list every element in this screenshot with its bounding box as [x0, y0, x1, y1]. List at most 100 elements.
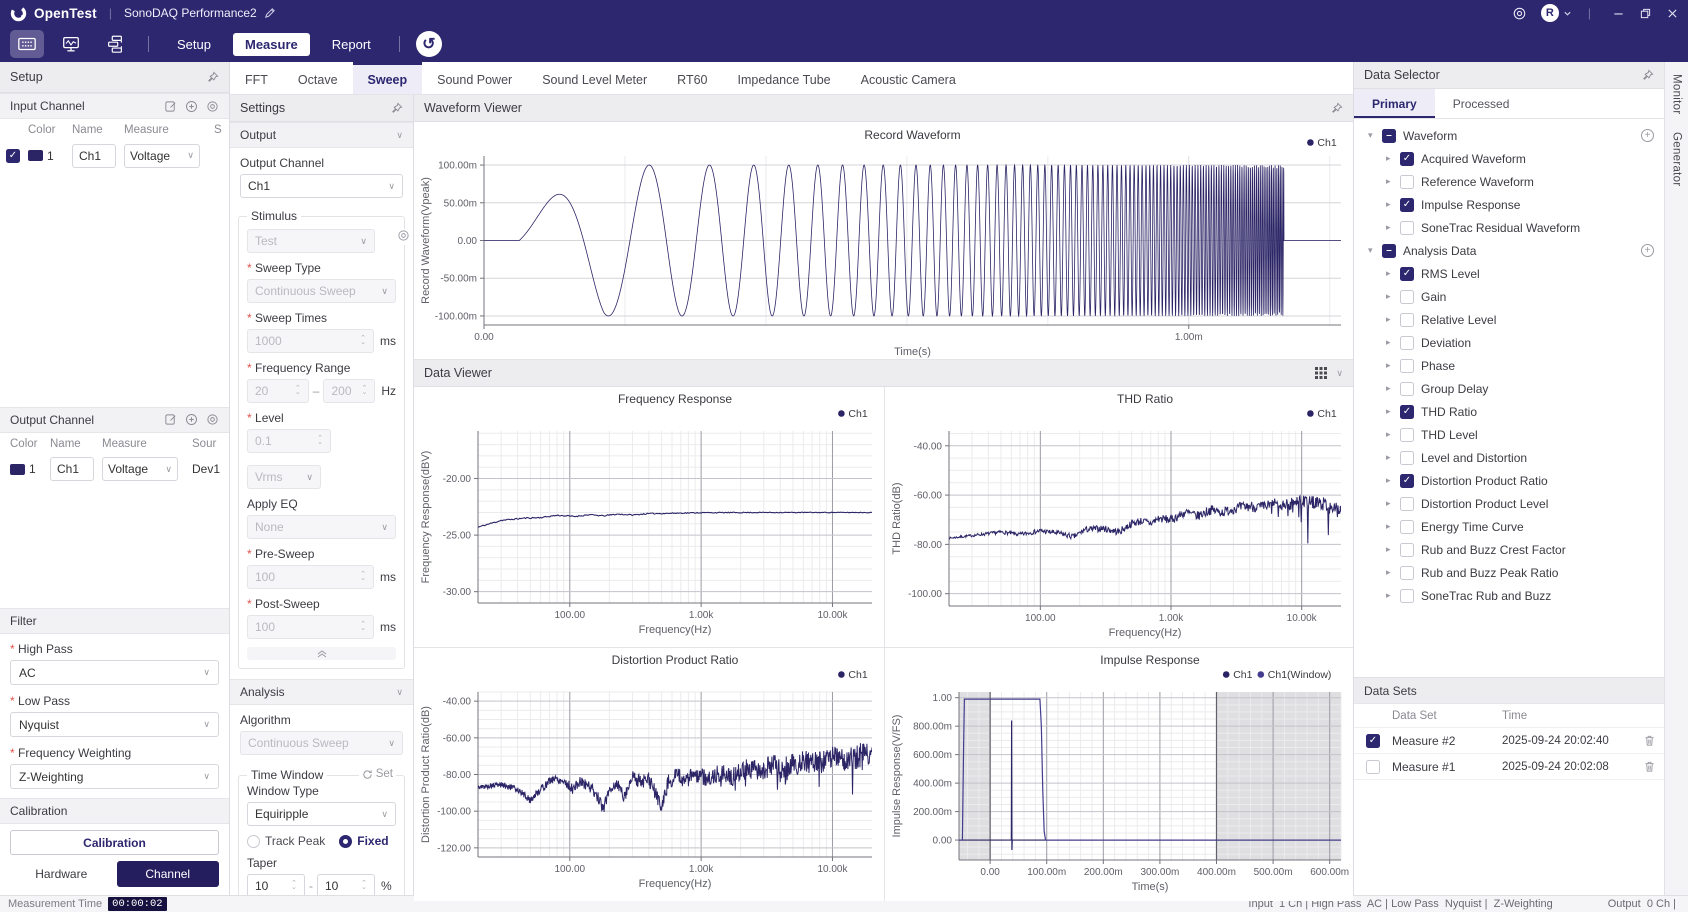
tree-checkbox[interactable]: [1400, 313, 1414, 327]
expander-icon[interactable]: ▸: [1386, 383, 1400, 394]
level-unit-select[interactable]: Vrms∨: [247, 465, 321, 489]
tree-item-analysis-data[interactable]: ▾–Analysis Data+: [1354, 239, 1664, 262]
dataset-row-measure-2[interactable]: ✓Measure #22025-09-24 20:02:40: [1354, 728, 1664, 754]
nav-measure[interactable]: Measure: [233, 33, 310, 56]
analysis-section-header[interactable]: Analysis ∨: [230, 679, 413, 705]
expander-icon[interactable]: ▸: [1386, 429, 1400, 440]
calibration-button[interactable]: Calibration: [10, 830, 219, 855]
tree-item-deviation[interactable]: ▸Deviation: [1354, 331, 1664, 354]
tree-checkbox[interactable]: [1400, 382, 1414, 396]
expander-icon[interactable]: ▸: [1386, 521, 1400, 532]
tab-sweep[interactable]: Sweep: [353, 62, 423, 94]
generator-vertical-tab[interactable]: Generator: [1671, 132, 1683, 186]
undo-button[interactable]: ↺: [416, 31, 442, 57]
expander-icon[interactable]: ▸: [1386, 360, 1400, 371]
monitor-waveform-icon-button[interactable]: [54, 30, 88, 58]
tree-item-sonetrac-rub-and-buzz[interactable]: ▸SoneTrac Rub and Buzz: [1354, 584, 1664, 607]
tree-checkbox[interactable]: ✓: [1400, 152, 1414, 166]
pin-icon[interactable]: [1330, 102, 1343, 115]
add-derived-data-icon[interactable]: +: [1641, 244, 1654, 257]
hardware-tab[interactable]: Hardware: [10, 861, 113, 887]
tree-item-thd-level[interactable]: ▸THD Level: [1354, 423, 1664, 446]
minimize-icon[interactable]: [1613, 8, 1624, 19]
tree-item-acquired-waveform[interactable]: ▸✓Acquired Waveform: [1354, 147, 1664, 170]
expander-icon[interactable]: ▸: [1386, 314, 1400, 325]
sweep-type-select[interactable]: Continuous Sweep∨: [247, 279, 396, 303]
output-section-header[interactable]: Output ∨: [230, 122, 413, 148]
tree-item-waveform[interactable]: ▾–Waveform+: [1354, 124, 1664, 147]
tree-checkbox[interactable]: [1400, 428, 1414, 442]
dataset-row-measure-1[interactable]: Measure #12025-09-24 20:02:08: [1354, 754, 1664, 780]
expander-icon[interactable]: ▸: [1386, 176, 1400, 187]
expander-icon[interactable]: ▸: [1386, 498, 1400, 509]
edit-table-icon[interactable]: [164, 100, 177, 113]
expander-icon[interactable]: ▸: [1386, 475, 1400, 486]
track-peak-radio[interactable]: Track Peak: [247, 834, 325, 848]
expander-icon[interactable]: ▸: [1386, 291, 1400, 302]
pre-sweep-stepper[interactable]: 100⌃⌄: [247, 565, 374, 589]
tree-checkbox[interactable]: [1400, 175, 1414, 189]
channel-settings-gear-icon[interactable]: [206, 100, 219, 113]
tree-item-impulse-response[interactable]: ▸✓Impulse Response: [1354, 193, 1664, 216]
restore-window-icon[interactable]: [1640, 8, 1651, 19]
channel-color-swatch[interactable]: [28, 150, 43, 161]
output-channel-name-field[interactable]: Ch1: [50, 457, 94, 481]
tree-item-distortion-product-ratio[interactable]: ▸✓Distortion Product Ratio: [1354, 469, 1664, 492]
nav-setup[interactable]: Setup: [165, 33, 223, 56]
tree-item-gain[interactable]: ▸Gain: [1354, 285, 1664, 308]
delete-dataset-icon[interactable]: [1634, 734, 1664, 747]
edit-table-icon[interactable]: [164, 413, 177, 426]
hardware-rack-icon-button[interactable]: [10, 30, 44, 58]
expander-icon[interactable]: ▸: [1386, 337, 1400, 348]
tree-checkbox[interactable]: ✓: [1400, 267, 1414, 281]
tree-checkbox[interactable]: [1400, 290, 1414, 304]
tab-acoustic-camera[interactable]: Acoustic Camera: [846, 62, 971, 94]
flow-sequence-icon-button[interactable]: [98, 30, 132, 58]
frequency-min-stepper[interactable]: 20⌃⌄: [247, 379, 309, 403]
tab-sound-level-meter[interactable]: Sound Level Meter: [527, 62, 662, 94]
expander-icon[interactable]: ▸: [1386, 153, 1400, 164]
level-stepper[interactable]: 0.1⌃⌄: [247, 429, 331, 453]
tree-checkbox[interactable]: [1400, 520, 1414, 534]
input-channel-name-field[interactable]: Ch1: [72, 144, 116, 168]
tree-checkbox[interactable]: [1400, 566, 1414, 580]
channel-settings-gear-icon[interactable]: [206, 413, 219, 426]
stimulus-select[interactable]: Test∨: [247, 229, 375, 253]
expander-icon[interactable]: ▸: [1386, 590, 1400, 601]
pin-icon[interactable]: [1641, 69, 1654, 82]
tree-checkbox[interactable]: [1400, 336, 1414, 350]
post-sweep-stepper[interactable]: 100⌃⌄: [247, 615, 374, 639]
tree-checkbox[interactable]: [1400, 497, 1414, 511]
tree-item-rub-and-buzz-crest-factor[interactable]: ▸Rub and Buzz Crest Factor: [1354, 538, 1664, 561]
channel-tab[interactable]: Channel: [117, 861, 220, 887]
tree-checkbox[interactable]: –: [1382, 129, 1396, 143]
tree-checkbox[interactable]: [1400, 359, 1414, 373]
frequency-weighting-select[interactable]: Z-Weighting∨: [10, 764, 219, 789]
expander-icon[interactable]: ▸: [1386, 199, 1400, 210]
tree-checkbox[interactable]: [1400, 589, 1414, 603]
channel-color-swatch[interactable]: [10, 464, 25, 475]
tree-checkbox[interactable]: –: [1382, 244, 1396, 258]
apply-eq-select[interactable]: None∨: [247, 515, 396, 539]
collapse-expander-icon[interactable]: ▾: [1368, 130, 1382, 141]
stimulus-gear-icon[interactable]: [397, 229, 410, 242]
tree-item-energy-time-curve[interactable]: ▸Energy Time Curve: [1354, 515, 1664, 538]
pin-icon[interactable]: [390, 102, 403, 115]
tree-item-rms-level[interactable]: ▸✓RMS Level: [1354, 262, 1664, 285]
avatar-chevron-down-icon[interactable]: [1563, 9, 1572, 18]
tab-primary[interactable]: Primary: [1354, 89, 1435, 118]
low-pass-select[interactable]: Nyquist∨: [10, 712, 219, 737]
taper-from-stepper[interactable]: 10⌃⌄: [247, 874, 305, 895]
tab-processed[interactable]: Processed: [1435, 89, 1528, 118]
settings-gear-icon[interactable]: [1512, 6, 1527, 21]
tree-item-level-and-distortion[interactable]: ▸Level and Distortion: [1354, 446, 1664, 469]
tree-item-sonetrac-residual-waveform[interactable]: ▸SoneTrac Residual Waveform: [1354, 216, 1664, 239]
input-channel-checkbox[interactable]: ✓: [6, 149, 20, 163]
time-window-set-button[interactable]: Set: [359, 768, 396, 780]
tree-checkbox[interactable]: [1400, 543, 1414, 557]
tree-checkbox[interactable]: [1400, 451, 1414, 465]
high-pass-select[interactable]: AC∨: [10, 660, 219, 685]
tab-sound-power[interactable]: Sound Power: [422, 62, 527, 94]
sweep-times-stepper[interactable]: 1000⌃⌄: [247, 329, 374, 353]
expander-icon[interactable]: ▸: [1386, 406, 1400, 417]
